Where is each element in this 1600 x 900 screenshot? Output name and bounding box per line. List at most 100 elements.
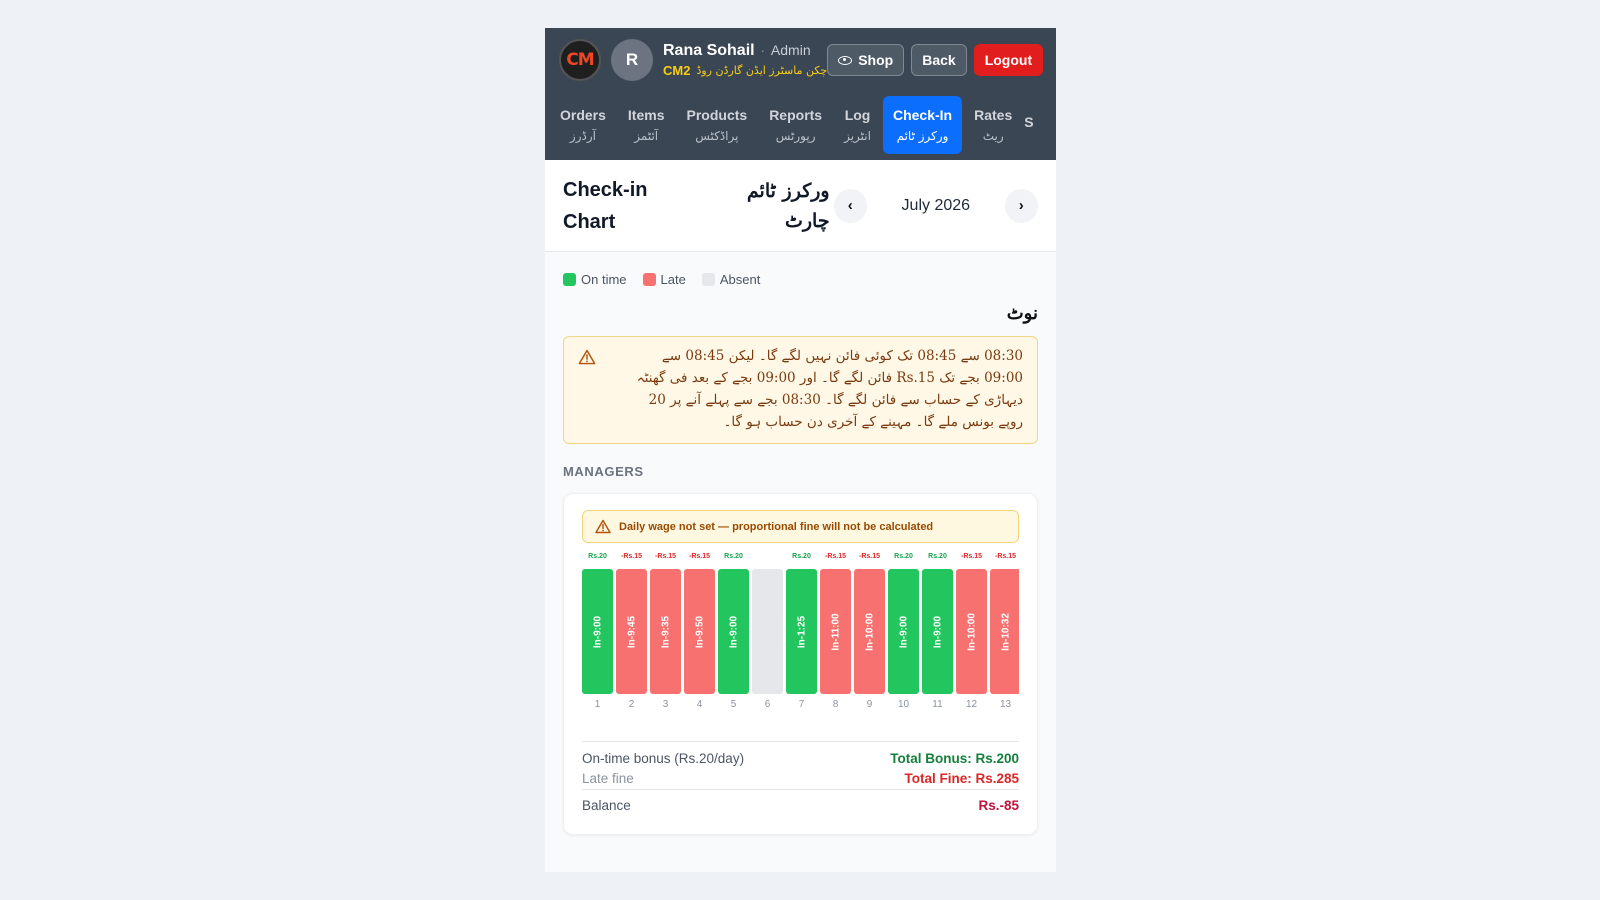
- legend-item-absent: Absent: [701, 272, 761, 287]
- warning-icon: [578, 349, 596, 365]
- day-bar[interactable]: In-1:25: [786, 569, 817, 694]
- day-amount-label: Rs.20: [588, 553, 607, 560]
- day-amount-label: -Rs.15: [688, 553, 710, 560]
- day-column[interactable]: Rs.20 In-9:00 1: [582, 553, 613, 710]
- section-label-managers: MANAGERS: [563, 464, 644, 479]
- day-number: 7: [798, 699, 805, 710]
- tab-label: Products: [686, 107, 748, 123]
- summary-row-fine: Late fine Total Fine: Rs.285: [582, 768, 1019, 790]
- day-column[interactable]: 6: [752, 553, 783, 710]
- balance-value: Rs.-85: [978, 797, 1019, 813]
- day-number: 1: [594, 699, 601, 710]
- summary-row-bonus: On-time bonus (Rs.20/day) Total Bonus: R…: [582, 742, 1019, 768]
- tab-label: S: [1024, 114, 1034, 130]
- logout-button[interactable]: Logout: [973, 44, 1044, 76]
- day-number: 2: [628, 699, 635, 710]
- tab-label-urdu: رپورٹس: [775, 129, 816, 143]
- day-bar[interactable]: In-9:00: [922, 569, 953, 694]
- day-bar[interactable]: In-9:35: [650, 569, 681, 694]
- tab-label-urdu: پراڈکٹس: [695, 129, 739, 143]
- brand-logo[interactable]: CM: [559, 39, 601, 81]
- page-title-urdu: ورکرز ٹائم چارٹ: [746, 179, 830, 232]
- tab-rates[interactable]: Rates ریٹ: [964, 96, 1022, 154]
- day-column[interactable]: -Rs.15 In-11:00 8: [820, 553, 851, 710]
- day-number: 5: [730, 699, 737, 710]
- day-amount-label: -Rs.15: [994, 553, 1016, 560]
- day-amount-label: -Rs.15: [824, 553, 846, 560]
- page-title: Check-in Chart: [563, 178, 648, 233]
- user-name: Rana Sohail: [663, 42, 755, 59]
- legend-item-on-time: On time: [563, 272, 627, 287]
- page-header: Check-in Chart ورکرز ٹائم چارٹ ‹ July 20…: [545, 160, 1056, 252]
- logo-text: CM: [566, 50, 594, 70]
- shop-code: CM2: [663, 63, 691, 78]
- next-month-button[interactable]: ›: [1004, 188, 1038, 223]
- day-bar[interactable]: In-9:00: [888, 569, 919, 694]
- back-button[interactable]: Back: [911, 44, 967, 76]
- bonus-label: On-time bonus (Rs.20/day): [582, 750, 745, 766]
- checkin-time-label: In-11:00: [830, 612, 841, 651]
- day-amount-label: [752, 553, 783, 567]
- legend-label: Late: [660, 272, 686, 287]
- tab-label-urdu: آرڈرز: [569, 129, 596, 143]
- tab-reports[interactable]: Reports رپورٹس: [759, 96, 832, 154]
- prev-month-button[interactable]: ‹: [833, 188, 867, 223]
- day-bar[interactable]: In-9:45: [616, 569, 647, 694]
- day-column[interactable]: -Rs.15 In-9:45 2: [616, 553, 647, 710]
- day-number: 8: [832, 699, 839, 710]
- day-bar[interactable]: In-9:50: [684, 569, 715, 694]
- day-column[interactable]: Rs.20 In-9:00 10: [888, 553, 919, 710]
- day-number: 3: [662, 699, 669, 710]
- tab-label: Check-In: [892, 107, 953, 123]
- day-column[interactable]: -Rs.15 In-10:00 12: [956, 553, 987, 710]
- day-number: 9: [866, 699, 873, 710]
- day-bar[interactable]: In-10:00: [956, 569, 987, 694]
- day-bar[interactable]: In-9:00: [582, 569, 613, 694]
- day-bar[interactable]: [752, 569, 783, 694]
- summary-row-balance: Balance Rs.-85: [582, 790, 1019, 820]
- tab-label-urdu: انٹریز: [844, 129, 871, 143]
- tab-overflow[interactable]: S: [1024, 96, 1033, 154]
- day-column[interactable]: -Rs.15 In-10:32 13: [990, 553, 1019, 710]
- day-column[interactable]: -Rs.15 In-9:50 4: [684, 553, 715, 710]
- checkin-time-label: In-10:00: [966, 612, 977, 651]
- day-column[interactable]: -Rs.15 In-9:35 3: [650, 553, 681, 710]
- tab-log[interactable]: Log انٹریز: [834, 96, 881, 154]
- total-fine-value: Total Fine: Rs.285: [904, 771, 1019, 786]
- day-column[interactable]: -Rs.15 In-10:00 9: [854, 553, 885, 710]
- day-bar[interactable]: In-11:00: [820, 569, 851, 694]
- checkin-time-label: In-1:25: [796, 615, 807, 648]
- tab-products[interactable]: Products پراڈکٹس: [677, 96, 758, 154]
- legend-label: Absent: [719, 272, 761, 287]
- tab-label-urdu: ریٹ: [982, 129, 1004, 143]
- main-nav: Orders آرڈرز Items آئٹمز Products پراڈکٹس R…: [545, 92, 1056, 160]
- tab-label: Reports: [769, 107, 823, 123]
- wage-warning-text: Daily wage not set — proportional fine w…: [619, 520, 934, 533]
- legend-swatch: [642, 273, 656, 286]
- day-bar[interactable]: In-9:00: [718, 569, 749, 694]
- day-bar[interactable]: In-10:32: [990, 569, 1019, 694]
- warning-icon: [595, 519, 611, 534]
- shop-button[interactable]: Shop: [827, 44, 905, 76]
- day-amount-label: Rs.20: [724, 553, 743, 560]
- day-number: 10: [897, 699, 910, 710]
- day-column[interactable]: Rs.20 In-9:00 11: [922, 553, 953, 710]
- chevron-left-icon: ‹: [847, 197, 853, 214]
- tab-label: Items: [627, 107, 665, 123]
- avatar[interactable]: R: [611, 39, 653, 81]
- day-amount-label: Rs.20: [894, 553, 913, 560]
- balance-label: Balance: [582, 797, 631, 813]
- tab-orders[interactable]: Orders آرڈرز: [550, 96, 616, 154]
- tab-check-in[interactable]: Check-In ورکرز ٹائم: [882, 96, 963, 154]
- checkin-time-label: In-9:00: [592, 615, 603, 648]
- day-column[interactable]: Rs.20 In-1:25 7: [786, 553, 817, 710]
- shop-button-label: Shop: [858, 52, 894, 68]
- tab-items[interactable]: Items آئٹمز: [618, 96, 675, 154]
- app-screen: CM R Rana Sohail · Admin CM2 چکن ماسٹرز …: [545, 28, 1056, 872]
- day-column[interactable]: Rs.20 In-9:00 5: [718, 553, 749, 710]
- note-text: 08:30 سے 08:45 تک کوئی فائن نہیں لگے گا۔…: [636, 348, 1023, 430]
- day-bar[interactable]: In-10:00: [854, 569, 885, 694]
- checkin-time-label: In-9:50: [694, 615, 705, 648]
- shop-name: چکن ماسٹرز ایڈن گارڈن روڈ: [696, 64, 828, 77]
- checkin-time-label: In-9:45: [626, 615, 637, 648]
